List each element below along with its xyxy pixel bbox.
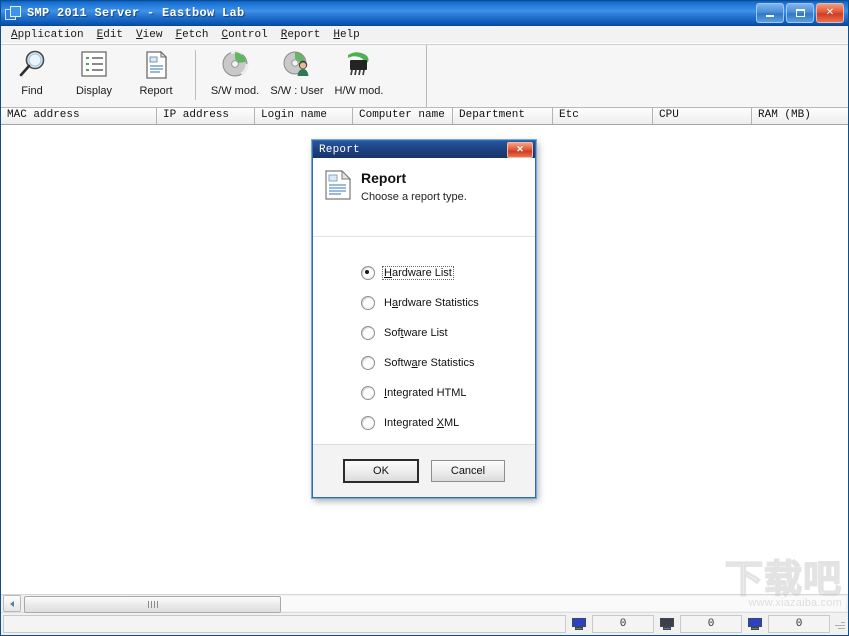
toolbar-label: H/W mod. <box>335 85 384 97</box>
ok-button[interactable]: OK <box>343 459 419 483</box>
column-header-login-name[interactable]: Login name <box>255 108 353 124</box>
radio-indicator <box>361 386 375 400</box>
app-squares-icon <box>5 5 21 21</box>
radio-indicator <box>361 266 375 280</box>
toolbar-button-report[interactable]: Report <box>125 48 187 106</box>
dialog-header-text: Report Choose a report type. <box>361 170 467 204</box>
dialog-titlebar: Report ✕ <box>313 141 535 158</box>
dialog-footer: OK Cancel <box>313 444 535 497</box>
maximize-button[interactable] <box>786 3 814 23</box>
horizontal-scrollbar[interactable] <box>1 594 848 612</box>
menu-item-edit[interactable]: Edit <box>91 28 130 42</box>
monitor-blue-icon <box>568 615 590 633</box>
menu-item-report[interactable]: Report <box>275 28 328 42</box>
menu-item-fetch[interactable]: Fetch <box>169 28 215 42</box>
scroll-thumb-grip <box>148 601 158 608</box>
menubar: Application Edit View Fetch Control Repo… <box>1 26 848 45</box>
window-titlebar: SMP 2011 Server - Eastbow Lab ✕ <box>1 1 848 26</box>
toolbar-group-primary: Find Display <box>1 45 187 107</box>
toolbar-button-find[interactable]: Find <box>1 48 63 106</box>
radio-label: Software Statistics <box>382 356 477 370</box>
radio-option-software-statistics[interactable]: Software Statistics <box>313 353 535 372</box>
cd-disc-icon <box>215 48 255 82</box>
status-message-pane <box>3 615 566 633</box>
cpu-chip-icon <box>339 48 379 82</box>
radio-indicator <box>361 296 375 310</box>
column-header-ip-address[interactable]: IP address <box>157 108 255 124</box>
radio-option-integrated-html[interactable]: Integrated HTML <box>313 383 535 402</box>
menu-item-application[interactable]: Application <box>5 28 91 42</box>
scrollbar-track[interactable] <box>24 596 846 611</box>
column-header-ram[interactable]: RAM (MB) <box>752 108 848 124</box>
toolbar: Find Display <box>1 45 848 108</box>
magnifier-icon <box>12 48 52 82</box>
toolbar-label: S/W mod. <box>211 85 259 97</box>
radio-label: Software List <box>382 326 450 340</box>
column-header-mac-address[interactable]: MAC address <box>1 108 157 124</box>
dialog-heading: Report <box>361 170 467 186</box>
status-count-online: 0 <box>592 615 654 633</box>
report-document-icon <box>136 48 176 82</box>
column-header-etc[interactable]: Etc <box>553 108 653 124</box>
dialog-subtitle: Choose a report type. <box>361 191 467 204</box>
menu-item-view[interactable]: View <box>130 28 169 42</box>
toolbar-label: Display <box>76 85 112 97</box>
close-button[interactable]: ✕ <box>816 3 844 23</box>
toolbar-label: Find <box>21 85 42 97</box>
radio-option-integrated-xml[interactable]: Integrated XML <box>313 413 535 432</box>
status-count-total: 0 <box>768 615 830 633</box>
radio-label: Hardware Statistics <box>382 296 481 310</box>
application-window: SMP 2011 Server - Eastbow Lab ✕ Applicat… <box>0 0 849 636</box>
resize-grip[interactable] <box>832 617 846 631</box>
monitor-gray-icon <box>656 615 678 633</box>
toolbar-button-sw-mod[interactable]: S/W mod. <box>204 48 266 106</box>
report-dialog: Report ✕ Report Choose a report type. <box>312 140 536 498</box>
radio-label: Hardware List <box>382 266 454 280</box>
radio-indicator <box>361 356 375 370</box>
radio-label: Integrated XML <box>382 416 461 430</box>
dialog-header: Report Choose a report type. <box>313 158 535 237</box>
radio-label: Integrated HTML <box>382 386 469 400</box>
listview-header: MAC address IP address Login name Comput… <box>1 108 848 125</box>
report-document-icon <box>325 170 351 200</box>
status-count-offline: 0 <box>680 615 742 633</box>
toolbar-group-modules: S/W mod. S/W : User <box>204 45 390 107</box>
window-controls: ✕ <box>756 3 846 23</box>
statusbar: 0 0 0 <box>1 612 848 635</box>
column-header-computer-name[interactable]: Computer name <box>353 108 453 124</box>
scrollbar-thumb[interactable] <box>24 596 281 613</box>
menu-item-control[interactable]: Control <box>215 28 274 42</box>
toolbar-label: S/W : User <box>270 85 323 97</box>
dialog-close-button[interactable]: ✕ <box>507 142 533 158</box>
monitor-blue-icon-2 <box>744 615 766 633</box>
minimize-button[interactable] <box>756 3 784 23</box>
radio-option-software-list[interactable]: Software List <box>313 323 535 342</box>
column-header-department[interactable]: Department <box>453 108 553 124</box>
dialog-title-text: Report <box>319 144 360 156</box>
dialog-options-group: Hardware List Hardware Statistics Softwa… <box>313 237 535 444</box>
toolbar-button-hw-mod[interactable]: H/W mod. <box>328 48 390 106</box>
toolbar-separator <box>195 50 196 100</box>
radio-option-hardware-list[interactable]: Hardware List <box>313 263 535 282</box>
scroll-left-arrow[interactable] <box>3 595 21 612</box>
toolbar-button-display[interactable]: Display <box>63 48 125 106</box>
toolbar-right-edge <box>426 45 427 107</box>
menu-item-help[interactable]: Help <box>327 28 366 42</box>
radio-indicator <box>361 326 375 340</box>
column-header-cpu[interactable]: CPU <box>653 108 752 124</box>
cancel-button[interactable]: Cancel <box>431 460 505 482</box>
radio-option-hardware-statistics[interactable]: Hardware Statistics <box>313 293 535 312</box>
window-title: SMP 2011 Server - Eastbow Lab <box>27 6 245 20</box>
cd-disc-user-icon <box>277 48 317 82</box>
list-document-icon <box>74 48 114 82</box>
radio-indicator <box>361 416 375 430</box>
toolbar-label: Report <box>139 85 172 97</box>
toolbar-button-sw-user[interactable]: S/W : User <box>266 48 328 106</box>
